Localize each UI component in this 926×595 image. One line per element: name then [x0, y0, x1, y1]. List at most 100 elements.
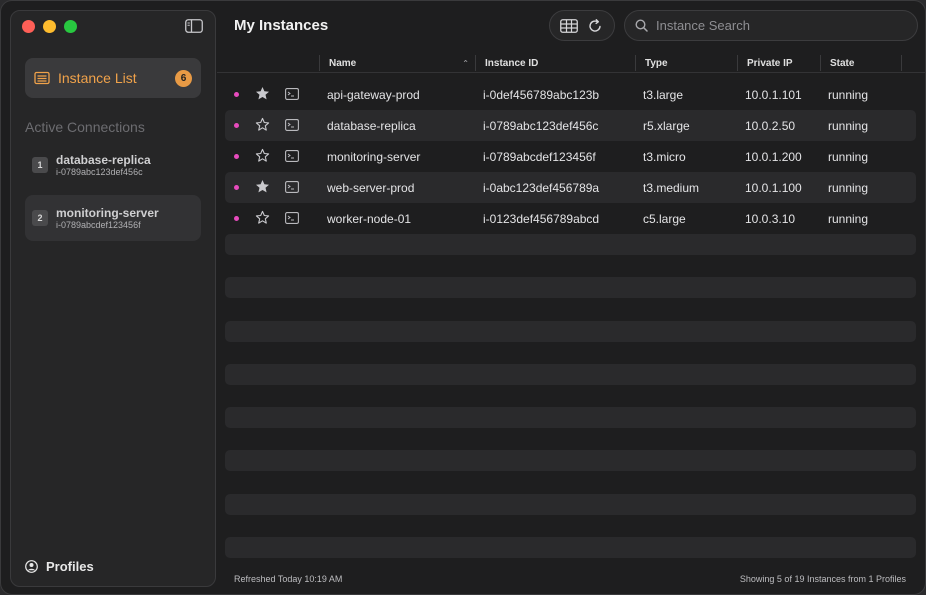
instance-type: c5.large — [643, 212, 686, 226]
sidebar-toggle-icon[interactable] — [185, 19, 203, 33]
instance-table-body: api-gateway-prod i-0def456789abc123b t3.… — [225, 79, 916, 234]
instance-name: api-gateway-prod — [327, 88, 420, 102]
status-dot — [234, 185, 239, 190]
star-icon[interactable] — [255, 179, 270, 194]
instance-name: worker-node-01 — [327, 212, 412, 226]
status-dot — [234, 123, 239, 128]
instance-name: database-replica — [327, 119, 416, 133]
connection-instance-id: i-0789abcdef123456f — [56, 219, 141, 230]
empty-row — [225, 277, 916, 298]
instance-state: running — [828, 119, 869, 133]
terminal-icon[interactable] — [285, 119, 299, 131]
search-bar — [624, 10, 918, 41]
private-ip: 10.0.1.100 — [745, 181, 802, 195]
column-header-name[interactable]: Name ⌃ — [319, 55, 475, 71]
terminal-icon[interactable] — [285, 212, 299, 224]
column-header-private-ip[interactable]: Private IP — [737, 55, 821, 71]
instance-name: web-server-prod — [327, 181, 415, 195]
sidebar-item-instance-list[interactable]: Instance List 6 — [25, 58, 201, 98]
private-ip: 10.0.3.10 — [745, 212, 796, 226]
instance-type: t3.large — [643, 88, 684, 102]
refresh-button[interactable] — [584, 15, 606, 37]
instance-state: running — [828, 88, 869, 102]
instance-state: running — [828, 181, 869, 195]
empty-row — [225, 537, 916, 558]
connection-item-2[interactable]: 2 monitoring-server i-0789abcdef123456f — [25, 195, 201, 241]
refresh-icon — [589, 18, 601, 32]
sidebar-item-label: Instance List — [58, 70, 137, 86]
column-header-instance-id[interactable]: Instance ID — [475, 55, 635, 71]
instance-name: monitoring-server — [327, 150, 421, 164]
list-icon — [34, 71, 50, 85]
instance-count-badge: 6 — [175, 69, 192, 87]
terminal-icon[interactable] — [285, 88, 299, 100]
instance-id: i-0def456789abc123b — [483, 88, 600, 102]
zoom-window-button[interactable] — [64, 20, 77, 33]
column-header-label: Type — [645, 57, 668, 69]
instance-type: r5.xlarge — [643, 119, 690, 133]
column-header-type[interactable]: Type — [635, 55, 737, 71]
table-row[interactable]: api-gateway-prod i-0def456789abc123b t3.… — [225, 79, 916, 110]
connection-name: database-replica — [56, 152, 151, 167]
terminal-icon[interactable] — [285, 150, 299, 162]
view-toolbar — [549, 10, 615, 41]
star-icon[interactable] — [255, 148, 270, 163]
empty-row — [225, 494, 916, 515]
column-header-state[interactable]: State — [820, 55, 902, 71]
instance-type: t3.micro — [643, 150, 686, 164]
instance-state: running — [828, 150, 869, 164]
column-header-label: Private IP — [747, 57, 793, 69]
connection-instance-id: i-0789abc123def456c — [56, 166, 143, 177]
column-header-label: Name — [329, 57, 357, 69]
connection-index: 2 — [32, 210, 48, 226]
empty-row — [225, 321, 916, 342]
instance-id: i-0789abc123def456c — [483, 119, 599, 133]
close-window-button[interactable] — [22, 20, 35, 33]
terminal-icon[interactable] — [285, 181, 299, 193]
table-view-button[interactable] — [558, 15, 580, 37]
connection-name: monitoring-server — [56, 205, 159, 220]
empty-row — [225, 234, 916, 255]
instance-id: i-0789abcdef123456f — [483, 150, 596, 164]
profiles-label: Profiles — [46, 559, 94, 574]
main-content: My Instances Instance Search Name ⌃ Inst… — [217, 1, 925, 594]
table-row[interactable]: web-server-prod i-0abc123def456789a t3.m… — [225, 172, 916, 203]
status-dot — [234, 154, 239, 159]
refreshed-status: Refreshed Today 10:19 AM — [234, 574, 343, 584]
empty-row — [225, 407, 916, 428]
section-title-active-connections: Active Connections — [25, 119, 145, 135]
person-circle-icon — [25, 560, 38, 573]
showing-count: Showing 5 of 19 Instances from 1 Profile… — [739, 574, 906, 584]
profiles-button[interactable]: Profiles — [25, 559, 94, 574]
page-title: My Instances — [234, 17, 329, 34]
sidebar: Instance List 6 Active Connections 1 dat… — [10, 10, 216, 587]
empty-row — [225, 364, 916, 385]
star-icon[interactable] — [255, 86, 270, 101]
window-controls — [22, 20, 77, 33]
connection-item-1[interactable]: 1 database-replica i-0789abc123def456c — [25, 142, 201, 188]
table-row[interactable]: database-replica i-0789abc123def456c r5.… — [225, 110, 916, 141]
sort-ascending-icon: ⌃ — [462, 58, 469, 68]
connection-index: 1 — [32, 157, 48, 173]
table-row[interactable]: worker-node-01 i-0123def456789abcd c5.la… — [225, 203, 916, 234]
empty-row — [225, 450, 916, 471]
star-icon[interactable] — [255, 117, 270, 132]
instance-id: i-0123def456789abcd — [483, 212, 600, 226]
search-icon — [635, 19, 648, 32]
column-header-label: State — [830, 57, 855, 69]
status-dot — [234, 92, 239, 97]
status-dot — [234, 216, 239, 221]
instance-type: t3.medium — [643, 181, 700, 195]
instance-id: i-0abc123def456789a — [483, 181, 600, 195]
private-ip: 10.0.1.200 — [745, 150, 802, 164]
private-ip: 10.0.2.50 — [745, 119, 796, 133]
app-window: Instance List 6 Active Connections 1 dat… — [0, 0, 926, 595]
instance-state: running — [828, 212, 869, 226]
table-icon — [560, 18, 578, 33]
table-row[interactable]: monitoring-server i-0789abcdef123456f t3… — [225, 141, 916, 172]
minimize-window-button[interactable] — [43, 20, 56, 33]
private-ip: 10.0.1.101 — [745, 88, 802, 102]
star-icon[interactable] — [255, 210, 270, 225]
search-input[interactable] — [656, 18, 896, 33]
table-header: Name ⌃ Instance ID Type Private IP State — [217, 53, 925, 73]
